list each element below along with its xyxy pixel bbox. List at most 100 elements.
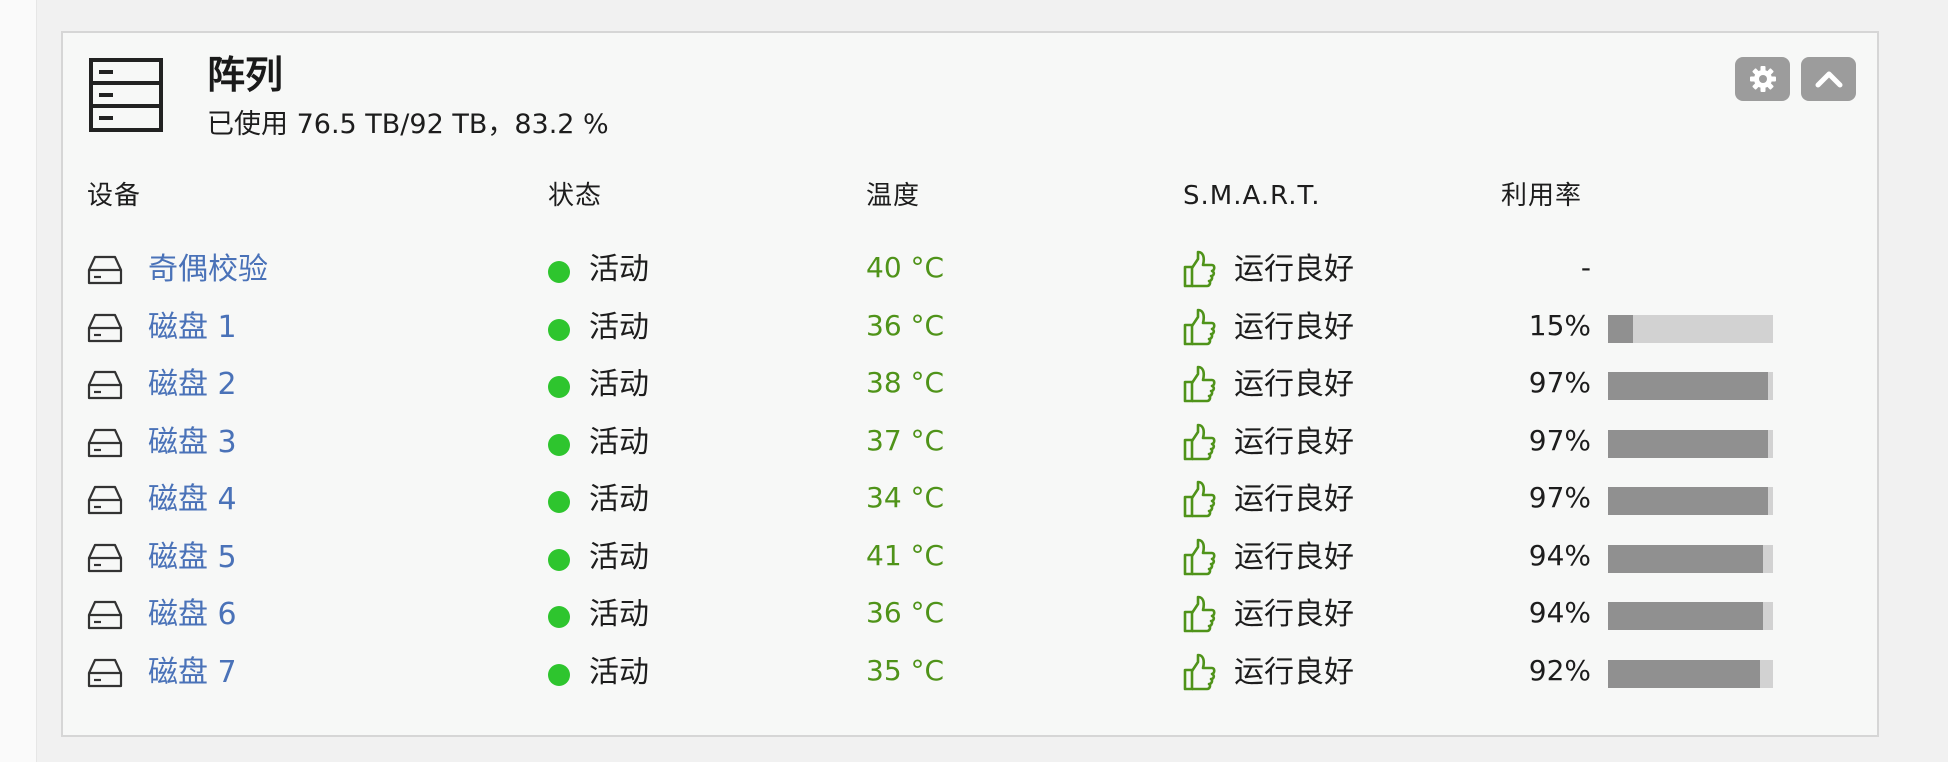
- utilization-value: 94%: [1528, 538, 1591, 572]
- table-row: 磁盘 1 活动 36 °C 运行良好 15%: [63, 303, 1877, 353]
- column-header-smart: S.M.A.R.T.: [1183, 181, 1321, 211]
- smart-status: 运行良好: [1234, 539, 1354, 575]
- hard-drive-icon: [87, 428, 123, 457]
- device-link[interactable]: 磁盘 7: [148, 653, 237, 692]
- utilization-value: 97%: [1528, 366, 1591, 399]
- thumbs-up-icon: [1183, 423, 1216, 460]
- utilization-value: -: [1580, 251, 1591, 284]
- hard-drive-icon: [87, 543, 123, 572]
- utilization-value: 15%: [1528, 308, 1591, 342]
- thumbs-up-icon: [1183, 250, 1216, 288]
- column-header-temperature: 温度: [866, 181, 921, 211]
- status-indicator: [548, 318, 570, 341]
- thumbs-up-icon: [1183, 480, 1216, 518]
- utilization-bar-fill: [1608, 487, 1769, 515]
- smart-status: 运行良好: [1234, 367, 1354, 402]
- column-header-utilization: 利用率: [1501, 181, 1583, 211]
- hard-drive-icon: [87, 255, 123, 285]
- temperature-value: 37 °C: [866, 423, 945, 457]
- column-header-status: 状态: [548, 181, 603, 211]
- utilization-bar: [1608, 544, 1773, 573]
- temperature-value: 36 °C: [866, 308, 945, 342]
- device-link[interactable]: 奇偶校验: [148, 250, 268, 289]
- smart-status: 运行良好: [1234, 482, 1354, 517]
- smart-status: 运行良好: [1234, 252, 1354, 287]
- status-label: 活动: [589, 597, 649, 632]
- settings-button[interactable]: [1735, 57, 1790, 101]
- device-link[interactable]: 磁盘 2: [148, 365, 237, 404]
- status-indicator: [548, 548, 570, 571]
- smart-status: 运行良好: [1234, 309, 1354, 345]
- utilization-value: 97%: [1528, 481, 1591, 514]
- table-row: 磁盘 7 活动 35 °C 运行良好 92%: [63, 648, 1877, 698]
- utilization-bar-fill: [1608, 314, 1633, 343]
- utilization-bar: [1608, 429, 1773, 458]
- hard-drive-icon: [87, 313, 123, 342]
- table-row: 磁盘 4 活动 34 °C 运行良好 97%: [63, 475, 1877, 525]
- hard-drive-icon: [87, 370, 123, 400]
- table-row: 磁盘 5 活动 41 °C 运行良好 94%: [63, 533, 1877, 583]
- utilization-bar: [1608, 602, 1773, 630]
- thumbs-up-icon: [1183, 538, 1216, 575]
- hard-drive-icon: [87, 485, 123, 515]
- status-indicator: [548, 663, 570, 686]
- temperature-value: 41 °C: [866, 538, 945, 572]
- status-label: 活动: [589, 252, 649, 287]
- status-indicator: [548, 261, 570, 283]
- panel-title: 阵列: [207, 53, 284, 97]
- status-label: 活动: [589, 424, 649, 460]
- table-row: 磁盘 2 活动 38 °C 运行良好 97%: [63, 360, 1877, 410]
- utilization-bar: [1608, 314, 1773, 343]
- utilization-bar: [1608, 487, 1773, 515]
- chevron-up-icon: [1815, 71, 1842, 88]
- thumbs-up-icon: [1183, 595, 1216, 633]
- column-header-device: 设备: [87, 181, 142, 211]
- utilization-value: 97%: [1528, 423, 1591, 457]
- status-indicator: [548, 606, 570, 628]
- temperature-value: 35 °C: [866, 653, 945, 687]
- collapse-button[interactable]: [1801, 57, 1856, 101]
- hard-drive-icon: [87, 658, 123, 687]
- table-row: 磁盘 6 活动 36 °C 运行良好 94%: [63, 590, 1877, 640]
- status-indicator: [548, 433, 570, 456]
- server-array-icon: [89, 58, 163, 132]
- status-label: 活动: [589, 482, 649, 517]
- temperature-value: 36 °C: [866, 596, 945, 629]
- utilization-value: 94%: [1528, 596, 1591, 629]
- status-indicator: [548, 491, 570, 513]
- device-link[interactable]: 磁盘 3: [148, 423, 237, 462]
- smart-status: 运行良好: [1234, 597, 1354, 632]
- thumbs-up-icon: [1183, 365, 1216, 403]
- table-row: 奇偶校验 活动 40 °C 运行良好 -: [63, 245, 1877, 295]
- smart-status: 运行良好: [1234, 654, 1354, 690]
- utilization-bar: [1608, 659, 1773, 688]
- utilization-bar-fill: [1608, 429, 1769, 458]
- usage-summary: 已使用 76.5 TB/92 TB，83.2 %: [207, 109, 609, 140]
- utilization-bar-fill: [1608, 372, 1769, 400]
- status-indicator: [548, 376, 570, 398]
- status-label: 活动: [589, 539, 649, 575]
- utilization-bar-fill: [1608, 544, 1764, 573]
- table-row: 磁盘 3 活动 37 °C 运行良好 97%: [63, 418, 1877, 468]
- device-link[interactable]: 磁盘 1: [148, 308, 237, 347]
- utilization-bar-fill: [1608, 602, 1764, 630]
- status-label: 活动: [589, 367, 649, 402]
- thumbs-up-icon: [1183, 653, 1216, 690]
- left-edge-strip: [0, 0, 37, 762]
- hard-drive-icon: [87, 600, 123, 630]
- utilization-value: 92%: [1528, 653, 1591, 687]
- device-link[interactable]: 磁盘 4: [148, 480, 237, 519]
- smart-status: 运行良好: [1234, 424, 1354, 460]
- utilization-bar-fill: [1608, 659, 1760, 688]
- status-label: 活动: [589, 654, 649, 690]
- gear-icon: [1749, 66, 1776, 92]
- device-link[interactable]: 磁盘 5: [148, 538, 237, 577]
- temperature-value: 34 °C: [866, 481, 945, 514]
- temperature-value: 40 °C: [866, 251, 945, 284]
- temperature-value: 38 °C: [866, 366, 945, 399]
- utilization-bar: [1608, 372, 1773, 400]
- status-label: 活动: [589, 309, 649, 345]
- device-link[interactable]: 磁盘 6: [148, 595, 237, 634]
- thumbs-up-icon: [1183, 308, 1216, 345]
- array-panel: 阵列 已使用 76.5 TB/92 TB，83.2 % 设备 状态 温度 S.M…: [61, 31, 1879, 737]
